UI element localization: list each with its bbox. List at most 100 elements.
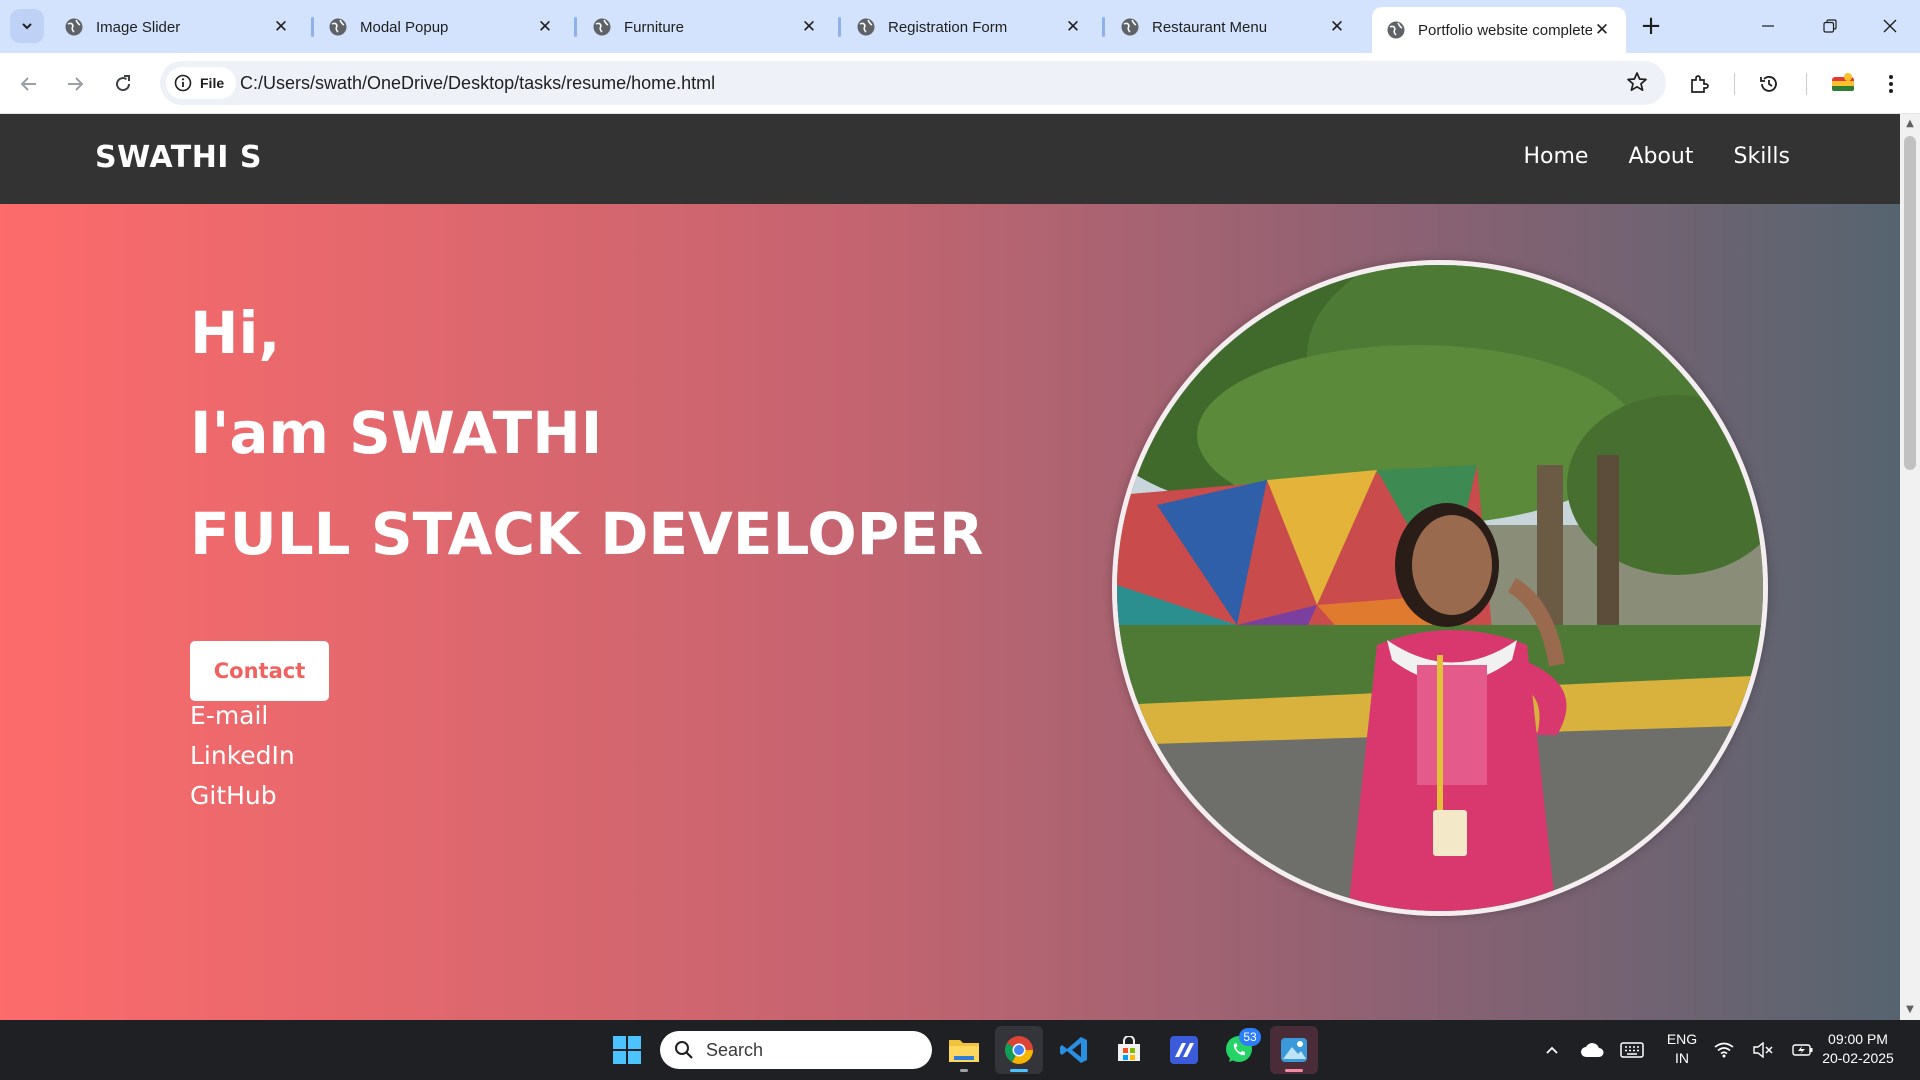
taskbar-app[interactable] <box>1160 1026 1208 1074</box>
site-info-label: File <box>200 75 225 91</box>
tab-furniture[interactable]: Furniture ✕ <box>578 7 833 47</box>
tray-quick-settings[interactable] <box>1704 1026 1824 1074</box>
more-vertical-icon <box>1889 75 1893 93</box>
active-indicator <box>1010 1069 1028 1072</box>
hero-role: FULL STACK DEVELOPER <box>190 500 984 568</box>
puzzle-icon <box>1691 75 1709 93</box>
history-button[interactable] <box>1752 67 1786 101</box>
chevron-up-icon <box>1546 1046 1558 1054</box>
speaker-muted-icon <box>1753 1042 1773 1058</box>
close-tab-icon[interactable]: ✕ <box>271 17 291 37</box>
windows-taskbar: Search 53 ENG IN 09:00 PM 20-02-2025 <box>0 1020 1920 1080</box>
tray-keyboard[interactable] <box>1610 1026 1654 1074</box>
globe-icon <box>65 18 83 36</box>
language-indicator[interactable]: ENG IN <box>1664 1030 1700 1068</box>
reload-icon <box>116 75 131 92</box>
scroll-down-arrow-icon[interactable]: ▼ <box>1904 1004 1916 1016</box>
running-indicator <box>960 1069 968 1072</box>
profile-photo <box>1112 260 1768 916</box>
tab-title: Restaurant Menu <box>1152 18 1268 36</box>
address-bar[interactable]: File C:/Users/swath/OneDrive/Desktop/tas… <box>160 61 1666 105</box>
page-scrollbar[interactable]: ▲ ▼ <box>1900 114 1920 1020</box>
close-icon <box>1883 19 1897 33</box>
scrollbar-thumb[interactable] <box>1904 136 1916 470</box>
globe-icon <box>1387 21 1405 39</box>
tray-overflow-button[interactable] <box>1528 1026 1576 1074</box>
clock[interactable]: 09:00 PM 20-02-2025 <box>1814 1030 1902 1068</box>
taskbar-store[interactable] <box>1105 1026 1153 1074</box>
taskbar-photos[interactable] <box>1270 1026 1318 1074</box>
globe-icon <box>1121 18 1139 36</box>
taskbar-search-placeholder: Search <box>706 1039 764 1060</box>
taskbar-search[interactable]: Search <box>660 1031 932 1069</box>
extensions-button[interactable] <box>1682 67 1716 101</box>
globe-icon <box>593 18 611 36</box>
url-text[interactable]: C:/Users/swath/OneDrive/Desktop/tasks/re… <box>240 73 715 94</box>
minimize-button[interactable] <box>1748 8 1788 44</box>
tray-onedrive[interactable] <box>1570 1026 1614 1074</box>
cloud-icon <box>1581 1043 1604 1057</box>
chrome-icon <box>1005 1036 1033 1064</box>
globe-icon <box>857 18 875 36</box>
tab-title: Modal Popup <box>360 18 449 36</box>
close-window-button[interactable] <box>1870 8 1910 44</box>
hero-section: Hi, I'am SWATHI FULL STACK DEVELOPER Con… <box>0 204 1900 1020</box>
contact-button[interactable]: Contact <box>190 641 329 701</box>
tab-title: Furniture <box>624 18 685 36</box>
tab-restaurant-menu[interactable]: Restaurant Menu ✕ <box>1106 7 1361 47</box>
tab-portfolio-website[interactable]: Portfolio website complete ✕ <box>1372 7 1626 53</box>
browser-toolbar: File C:/Users/swath/OneDrive/Desktop/tas… <box>0 53 1920 114</box>
bookmark-button[interactable] <box>1626 71 1648 97</box>
site-info-chip[interactable]: File <box>166 67 236 99</box>
restore-icon <box>1823 19 1837 33</box>
taskbar-chrome[interactable] <box>995 1026 1043 1074</box>
email-link[interactable]: E-mail <box>190 701 268 730</box>
close-tab-icon[interactable]: ✕ <box>535 17 555 37</box>
close-tab-icon[interactable]: ✕ <box>1327 17 1347 37</box>
nav-link-about[interactable]: About <box>1628 144 1693 169</box>
chevron-down-icon <box>22 23 32 30</box>
nav-link-home[interactable]: Home <box>1523 144 1588 169</box>
app-logo-icon <box>1170 1036 1198 1064</box>
arrow-left-icon <box>20 77 36 91</box>
clock-date: 20-02-2025 <box>1822 1050 1894 1066</box>
linkedin-link[interactable]: LinkedIn <box>190 741 295 770</box>
start-button[interactable] <box>603 1026 651 1074</box>
restore-button[interactable] <box>1810 8 1850 44</box>
close-tab-icon[interactable]: ✕ <box>1063 17 1083 37</box>
forward-button[interactable] <box>58 67 92 101</box>
battery-charging-icon <box>1792 1044 1813 1056</box>
history-icon <box>1760 76 1777 92</box>
close-tab-icon[interactable]: ✕ <box>799 17 819 37</box>
browser-menu-button[interactable] <box>1874 67 1908 101</box>
taskbar-whatsapp[interactable]: 53 <box>1215 1026 1263 1074</box>
site-brand[interactable]: SWATHI S <box>95 140 262 175</box>
taskbar-file-explorer[interactable] <box>940 1026 988 1074</box>
taskbar-vscode[interactable] <box>1050 1026 1098 1074</box>
close-tab-icon[interactable]: ✕ <box>1592 20 1612 40</box>
github-link[interactable]: GitHub <box>190 781 277 810</box>
scroll-up-arrow-icon[interactable]: ▲ <box>1904 118 1916 130</box>
profile-avatar-icon <box>1832 73 1854 91</box>
reload-button[interactable] <box>106 67 140 101</box>
tab-modal-popup[interactable]: Modal Popup ✕ <box>314 7 569 47</box>
site-nav-links: Home About Skills <box>1523 144 1790 169</box>
tab-registration-form[interactable]: Registration Form ✕ <box>842 7 1097 47</box>
tab-image-slider[interactable]: Image Slider ✕ <box>50 7 305 47</box>
store-icon <box>1118 1036 1140 1061</box>
nav-link-skills[interactable]: Skills <box>1733 144 1790 169</box>
star-icon <box>1627 72 1647 92</box>
active-indicator <box>1285 1069 1303 1072</box>
tab-separator <box>838 17 841 37</box>
tab-strip: Image Slider ✕ Modal Popup ✕ Furniture ✕… <box>0 0 1920 53</box>
arrow-right-icon <box>68 77 84 91</box>
new-tab-button[interactable]: + <box>1636 12 1666 42</box>
tab-separator <box>1102 17 1105 37</box>
wifi-icon <box>1714 1042 1734 1058</box>
back-button[interactable] <box>12 67 46 101</box>
profile-button[interactable] <box>1826 67 1860 101</box>
tab-search-button[interactable] <box>10 9 44 43</box>
toolbar-divider <box>1806 73 1807 95</box>
keyboard-icon <box>1620 1042 1644 1058</box>
region-code: IN <box>1675 1050 1689 1066</box>
